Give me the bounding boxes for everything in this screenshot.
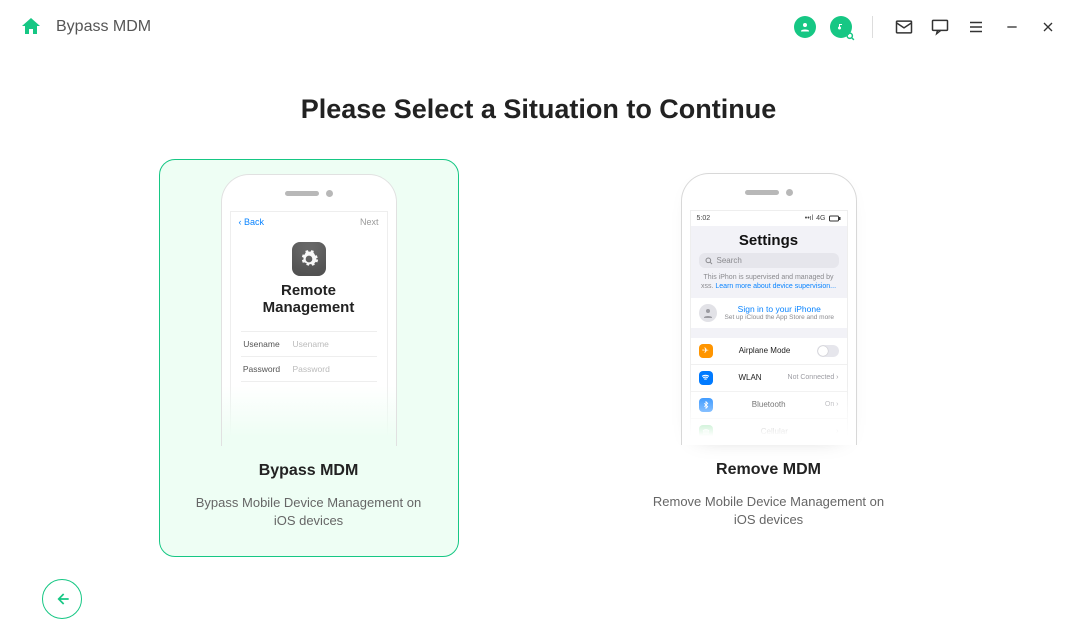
- close-button[interactable]: [1037, 16, 1059, 38]
- gear-icon: [292, 242, 326, 276]
- card-bypass-subtitle: Bypass Mobile Device Management on iOS d…: [186, 494, 432, 529]
- phone-illustration-remove: 5:02 ••ıl 4G Settings Search: [681, 173, 857, 445]
- phone-screen-remote-management: ‹ Back Next Remote Management Usename Us…: [230, 211, 388, 439]
- signin-cell: Sign in to your iPhone Set up iCloud the…: [691, 298, 847, 328]
- headline: Please Select a Situation to Continue: [0, 94, 1077, 125]
- status-time: 5:02: [697, 215, 711, 222]
- rm-username-field: Usename Usename: [241, 331, 377, 356]
- phone-camera: [326, 190, 333, 197]
- airplane-icon: ✈: [699, 344, 713, 358]
- avatar-icon: [699, 304, 717, 322]
- feedback-icon[interactable]: [929, 16, 951, 38]
- back-button[interactable]: [42, 579, 82, 619]
- airplane-toggle: [817, 345, 839, 357]
- music-search-icon[interactable]: [830, 16, 852, 38]
- minimize-button[interactable]: [1001, 16, 1023, 38]
- phone-illustration-bypass: ‹ Back Next Remote Management Usename Us…: [221, 174, 397, 446]
- phone-speaker: [745, 190, 779, 195]
- wifi-icon: [699, 371, 713, 385]
- row-bluetooth: Bluetooth On ›: [691, 391, 847, 418]
- row-wlan: WLAN Not Connected ›: [691, 364, 847, 391]
- phone-camera: [786, 189, 793, 196]
- supervision-note: This iPhon is supervised and managed by …: [691, 272, 847, 298]
- rm-password-field: Password Password: [241, 356, 377, 382]
- card-remove-title: Remove MDM: [716, 461, 821, 479]
- phone-screen-settings: 5:02 ••ıl 4G Settings Search: [690, 210, 848, 438]
- title-bar-right: [794, 16, 1059, 38]
- rm-title: Remote Management: [231, 282, 387, 317]
- home-icon[interactable]: [18, 14, 44, 40]
- card-bypass-mdm[interactable]: ‹ Back Next Remote Management Usename Us…: [159, 159, 459, 557]
- account-icon[interactable]: [794, 16, 816, 38]
- card-bypass-title: Bypass MDM: [259, 462, 359, 480]
- cellular-icon: [699, 425, 713, 439]
- mail-icon[interactable]: [893, 16, 915, 38]
- title-bar-left: Bypass MDM: [18, 14, 151, 40]
- card-remove-mdm[interactable]: 5:02 ••ıl 4G Settings Search: [619, 159, 919, 557]
- status-icons: ••ıl 4G: [805, 215, 841, 222]
- card-remove-subtitle: Remove Mobile Device Management on iOS d…: [645, 493, 893, 528]
- divider: [872, 16, 873, 38]
- page-title: Bypass MDM: [56, 18, 151, 36]
- supervision-learn-more: Learn more about device supervision...: [715, 283, 836, 290]
- option-cards: ‹ Back Next Remote Management Usename Us…: [0, 159, 1077, 557]
- settings-search: Search: [699, 253, 839, 268]
- row-airplane: ✈ Airplane Mode: [691, 338, 847, 364]
- settings-heading: Settings: [691, 226, 847, 251]
- phone-speaker: [285, 191, 319, 196]
- rm-next-label: Next: [360, 217, 379, 227]
- rm-back-label: ‹ Back: [239, 217, 265, 227]
- menu-icon[interactable]: [965, 16, 987, 38]
- row-cellular: Cellular ›: [691, 418, 847, 445]
- bluetooth-icon: [699, 398, 713, 412]
- title-bar: Bypass MDM: [0, 0, 1077, 54]
- main-content: Please Select a Situation to Continue ‹ …: [0, 54, 1077, 557]
